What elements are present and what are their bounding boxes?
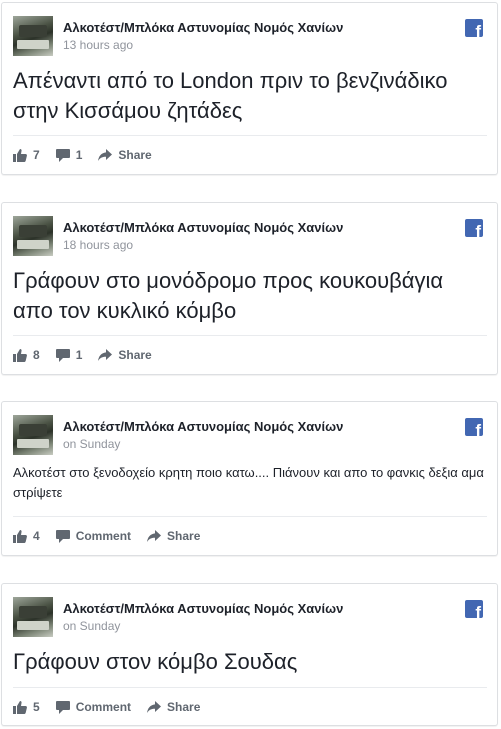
facebook-icon[interactable]: f xyxy=(465,600,483,618)
comment-count: 1 xyxy=(75,348,83,362)
share-label: Share xyxy=(167,529,201,543)
comment-count: 1 xyxy=(75,148,83,162)
like-button[interactable]: 7 xyxy=(13,148,40,162)
comment-label: Comment xyxy=(75,529,132,543)
post-time[interactable]: on Sunday xyxy=(63,619,120,633)
share-label: Share xyxy=(118,148,152,162)
post-actions: 5 Comment Share xyxy=(13,697,216,717)
comment-button[interactable]: 1 xyxy=(55,148,83,162)
share-button[interactable]: Share xyxy=(147,529,200,543)
post-card: Αλκοτέστ/Μπλόκα Αστυνομίας Νομός Χανίων … xyxy=(1,401,498,556)
post-actions: 8 1 Share xyxy=(13,345,168,365)
comment-bubble-icon xyxy=(55,529,70,543)
share-button[interactable]: Share xyxy=(147,700,200,714)
like-count: 5 xyxy=(33,700,40,714)
thumbs-up-icon xyxy=(13,700,27,714)
post-card: Αλκοτέστ/Μπλόκα Αστυνομίας Νομός Χανίων … xyxy=(1,202,498,375)
share-arrow-icon xyxy=(147,701,162,713)
facebook-icon[interactable]: f xyxy=(465,418,483,436)
post-message: Γράφουν στον κόμβο Σουδας xyxy=(13,649,298,674)
like-count: 8 xyxy=(33,348,40,362)
like-button[interactable]: 8 xyxy=(13,348,40,362)
thumbs-up-icon xyxy=(13,148,27,162)
post-message: Απέναντι από το London πριν το βενζινάδι… xyxy=(13,68,448,123)
post-message: Γράφουν στο μονόδρομο προς κουκουβάγια α… xyxy=(13,268,444,323)
post-author[interactable]: Αλκοτέστ/Μπλόκα Αστυνομίας Νομός Χανίων xyxy=(63,220,343,235)
post-author[interactable]: Αλκοτέστ/Μπλόκα Αστυνομίας Νομός Χανίων xyxy=(63,601,343,616)
comment-button[interactable]: Comment xyxy=(55,529,132,543)
share-button[interactable]: Share xyxy=(98,148,152,162)
thumbs-up-icon xyxy=(13,529,27,543)
page-avatar[interactable] xyxy=(13,16,53,56)
share-arrow-icon xyxy=(98,149,113,161)
page-avatar[interactable] xyxy=(13,597,53,637)
thumbs-up-icon xyxy=(13,348,27,362)
post-card: Αλκοτέστ/Μπλόκα Αστυνομίας Νομός Χανίων … xyxy=(1,583,498,726)
comment-bubble-icon xyxy=(55,148,70,162)
divider xyxy=(13,335,487,336)
share-label: Share xyxy=(118,348,152,362)
post-time[interactable]: 18 hours ago xyxy=(63,238,133,252)
comment-button[interactable]: 1 xyxy=(55,348,83,362)
like-count: 7 xyxy=(33,148,40,162)
post-time[interactable]: 13 hours ago xyxy=(63,38,133,52)
post-message: Αλκοτέστ στο ξενοδοχείο κρητη ποιο κατω.… xyxy=(13,465,484,500)
facebook-icon[interactable]: f xyxy=(465,19,483,37)
share-button[interactable]: Share xyxy=(98,348,152,362)
post-card: Αλκοτέστ/Μπλόκα Αστυνομίας Νομός Χανίων … xyxy=(1,2,498,175)
post-actions: 7 1 Share xyxy=(13,145,168,165)
facebook-icon[interactable]: f xyxy=(465,219,483,237)
divider xyxy=(13,135,487,136)
post-author[interactable]: Αλκοτέστ/Μπλόκα Αστυνομίας Νομός Χανίων xyxy=(63,419,343,434)
share-arrow-icon xyxy=(147,530,162,542)
post-actions: 4 Comment Share xyxy=(13,526,216,546)
share-arrow-icon xyxy=(98,349,113,361)
page-avatar[interactable] xyxy=(13,216,53,256)
post-time[interactable]: on Sunday xyxy=(63,437,120,451)
like-count: 4 xyxy=(33,529,40,543)
comment-button[interactable]: Comment xyxy=(55,700,132,714)
divider xyxy=(13,516,487,517)
comment-bubble-icon xyxy=(55,348,70,362)
share-label: Share xyxy=(167,700,201,714)
like-button[interactable]: 4 xyxy=(13,529,40,543)
comment-bubble-icon xyxy=(55,700,70,714)
post-author[interactable]: Αλκοτέστ/Μπλόκα Αστυνομίας Νομός Χανίων xyxy=(63,20,343,35)
comment-label: Comment xyxy=(75,700,132,714)
page-avatar[interactable] xyxy=(13,415,53,455)
like-button[interactable]: 5 xyxy=(13,700,40,714)
divider xyxy=(13,687,487,688)
